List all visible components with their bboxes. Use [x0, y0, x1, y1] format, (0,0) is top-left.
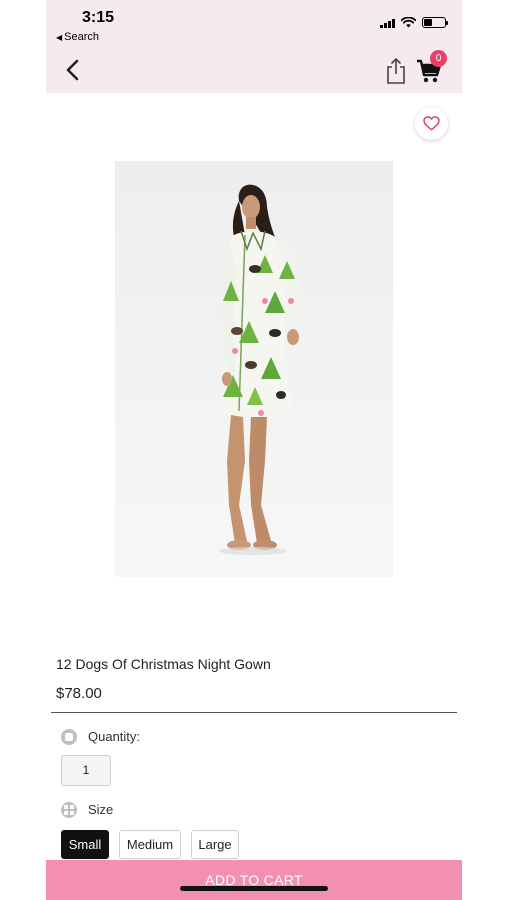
add-to-cart-button[interactable]: ADD TO CART — [46, 860, 462, 900]
model-wearing-nightgown-image — [219, 184, 301, 555]
cart-count-badge: 0 — [430, 50, 447, 67]
size-label: Size — [88, 802, 114, 817]
back-to-search[interactable]: ◀ Search — [56, 31, 99, 43]
size-small-button[interactable]: Small — [61, 830, 109, 859]
size-medium-button[interactable]: Medium — [119, 830, 181, 859]
product-title: 12 Dogs Of Christmas Night Gown — [56, 656, 271, 672]
app-header: 3:15 ◀ Search 0 — [46, 0, 462, 93]
quantity-input[interactable]: 1 — [61, 755, 111, 786]
size-option-icon — [61, 802, 77, 818]
heart-icon — [423, 116, 440, 131]
product-price: $78.00 — [56, 685, 102, 702]
back-to-search-label: Search — [64, 31, 100, 43]
product-image[interactable] — [115, 161, 393, 577]
share-icon[interactable] — [384, 57, 408, 85]
cellular-signal-icon — [380, 18, 395, 28]
chevron-left-icon[interactable] — [62, 56, 84, 84]
size-large-button[interactable]: Large — [191, 830, 239, 859]
home-indicator[interactable] — [180, 886, 328, 891]
back-triangle-icon: ◀ — [56, 32, 63, 42]
battery-icon — [422, 17, 448, 28]
status-time: 3:15 — [82, 9, 115, 26]
quantity-label: Quantity: — [88, 729, 141, 744]
status-icons — [380, 17, 448, 28]
favorite-button[interactable] — [415, 107, 448, 140]
product-screen: 3:15 ◀ Search 0 12 Dogs Of Christmas Nig… — [46, 0, 462, 900]
quantity-option-icon — [61, 729, 77, 745]
divider — [51, 712, 457, 713]
wifi-icon — [401, 17, 416, 28]
